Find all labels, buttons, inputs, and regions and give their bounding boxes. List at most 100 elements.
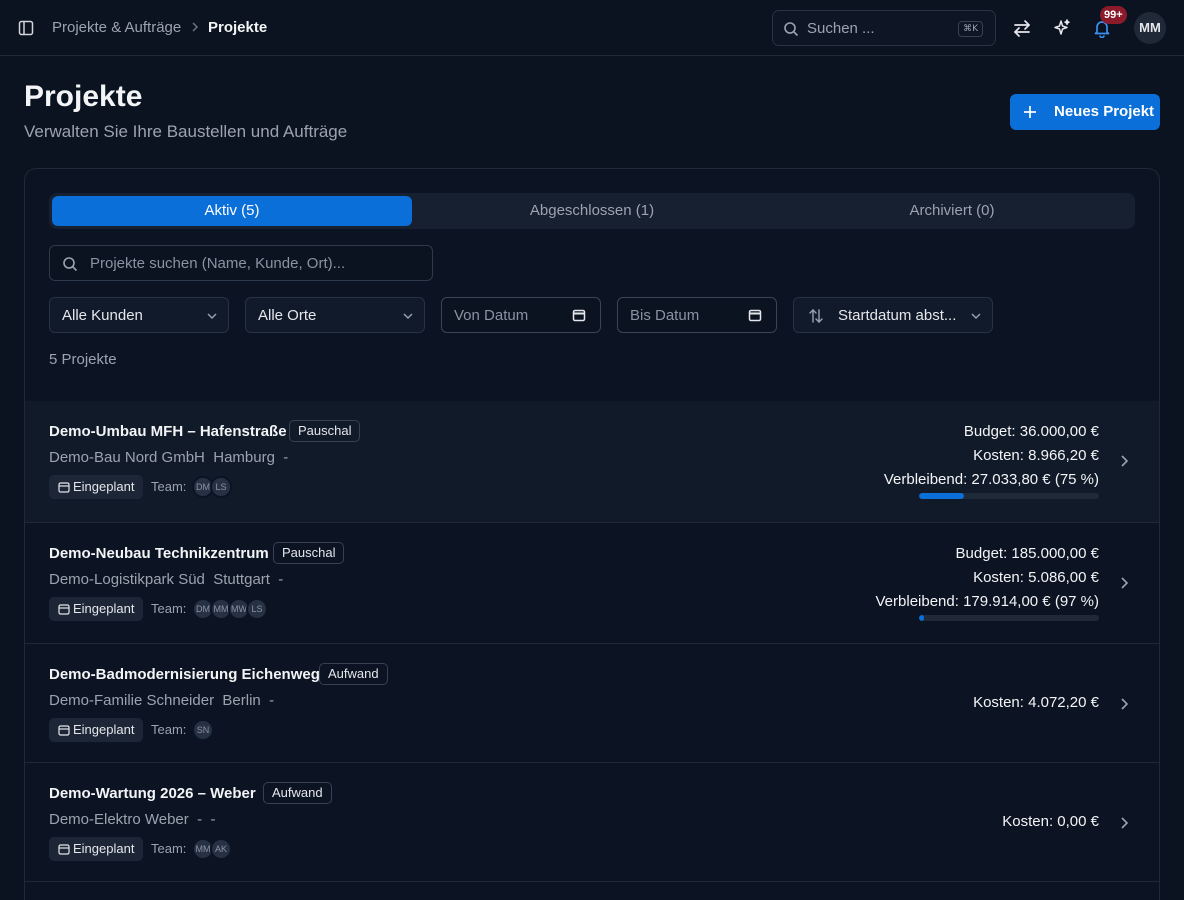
status-label: Eingeplant	[73, 479, 135, 494]
calendar-icon	[58, 844, 70, 855]
user-avatar[interactable]: MM	[1134, 12, 1166, 44]
status-badge: Eingeplant	[49, 718, 144, 742]
customer-filter-select[interactable]: Alle Kunden	[49, 297, 229, 333]
to-date-input[interactable]: Bis Datum	[617, 297, 777, 333]
project-location: Demo-Bau Nord GmbH Hamburg -	[49, 449, 288, 466]
page-title: Projekte	[24, 80, 143, 113]
global-search-input[interactable]: Suchen ... ⌘K	[772, 10, 996, 46]
from-date-placeholder: Von Datum	[454, 307, 529, 324]
chevron-right-icon	[1121, 577, 1129, 589]
customer-name: Demo-Logistikpark Süd	[49, 571, 205, 588]
city: Hamburg	[213, 449, 275, 466]
sort-select[interactable]: Startdatum abst...	[793, 297, 993, 333]
plus-icon	[1024, 106, 1036, 118]
project-row[interactable]	[25, 881, 1159, 900]
search-icon	[63, 257, 78, 272]
project-search-input[interactable]: Projekte suchen (Name, Kunde, Ort)...	[49, 245, 433, 281]
project-row[interactable]: Demo-Wartung 2026 – Weber Aufwand Demo-E…	[25, 762, 1159, 881]
location-filter-value: Alle Orte	[258, 307, 317, 324]
status-badge: Eingeplant	[49, 597, 144, 621]
top-bar: Projekte & Aufträge Projekte Suchen ... …	[0, 0, 1184, 56]
search-placeholder: Suchen ...	[807, 20, 875, 37]
remaining-value: Verbleibend: 27.033,80 € (75 %)	[883, 471, 1099, 488]
calendar-icon	[58, 604, 70, 615]
project-location: Demo-Familie Schneider Berlin -	[49, 692, 274, 709]
customer-filter-value: Alle Kunden	[62, 307, 143, 324]
projects-panel: Aktiv (5) Abgeschlossen (1) Archiviert (…	[24, 168, 1160, 900]
notification-badge: 99+	[1100, 6, 1127, 24]
sort-value: Startdatum abst...	[838, 307, 957, 324]
team-label: Team:	[151, 601, 187, 616]
location-filter-select[interactable]: Alle Orte	[245, 297, 425, 333]
status-label: Eingeplant	[73, 722, 135, 737]
project-name: Demo-Umbau MFH – Hafenstraße	[49, 423, 287, 440]
to-date-placeholder: Bis Datum	[630, 307, 700, 324]
calendar-icon	[748, 309, 762, 322]
project-search-placeholder: Projekte suchen (Name, Kunde, Ort)...	[90, 255, 346, 272]
customer-name: Demo-Familie Schneider	[49, 692, 215, 709]
chevron-right-icon	[1121, 698, 1129, 710]
budget-progress-fill	[919, 493, 964, 499]
status-badge: Eingeplant	[49, 475, 144, 499]
from-date-input[interactable]: Von Datum	[441, 297, 601, 333]
budget-value: Budget: 185.000,00 €	[955, 545, 1099, 562]
budget-progress-bar	[919, 493, 1099, 499]
calendar-icon	[58, 482, 70, 493]
costs-value: Kosten: 0,00 €	[1002, 813, 1099, 830]
sparkles-icon[interactable]	[1052, 18, 1072, 38]
breadcrumb-current: Projekte	[208, 19, 268, 36]
budget-value: Budget: 36.000,00 €	[963, 423, 1099, 440]
tab-active[interactable]: Aktiv (5)	[52, 196, 412, 226]
project-location: Demo-Elektro Weber - -	[49, 811, 215, 828]
status-tabs: Aktiv (5) Abgeschlossen (1) Archiviert (…	[49, 193, 1135, 229]
project-count: 5 Projekte	[49, 351, 117, 368]
team-avatar: LS	[246, 598, 268, 620]
customer-name: Demo-Elektro Weber	[49, 811, 189, 828]
breadcrumb-parent[interactable]: Projekte & Aufträge	[52, 19, 181, 36]
search-shortcut: ⌘K	[958, 21, 983, 37]
project-name: Demo-Badmodernisierung Eichenweg	[49, 666, 320, 683]
team-avatar: LS	[210, 476, 232, 498]
team-label: Team:	[151, 722, 187, 737]
city: -	[197, 811, 203, 828]
project-row[interactable]: Demo-Neubau Technikzentrum Pauschal Demo…	[25, 522, 1159, 643]
city: Stuttgart	[213, 571, 270, 588]
billing-type-badge: Aufwand	[319, 663, 388, 685]
costs-value: Kosten: 4.072,20 €	[973, 694, 1099, 711]
project-row[interactable]: Demo-Umbau MFH – Hafenstraße Pauschal De…	[25, 401, 1159, 522]
tab-completed[interactable]: Abgeschlossen (1)	[412, 196, 772, 226]
chevron-right-icon	[1121, 817, 1129, 829]
sidebar-toggle-icon[interactable]	[16, 18, 36, 38]
chevron-down-icon	[403, 313, 413, 319]
city: Berlin	[222, 692, 261, 709]
project-location: Demo-Logistikpark Süd Stuttgart -	[49, 571, 283, 588]
new-project-button[interactable]: Neues Projekt	[1010, 94, 1160, 130]
customer-name: Demo-Bau Nord GmbH	[49, 449, 205, 466]
new-project-label: Neues Projekt	[1054, 103, 1155, 120]
team-avatar: SN	[192, 719, 214, 741]
chevron-down-icon	[207, 313, 217, 319]
team-label: Team:	[151, 841, 187, 856]
chevron-right-icon	[1121, 455, 1129, 467]
costs-value: Kosten: 5.086,00 €	[973, 569, 1099, 586]
calendar-icon	[572, 309, 586, 322]
budget-progress-bar	[919, 615, 1099, 621]
status-label: Eingeplant	[73, 601, 135, 616]
extra-info: -	[210, 811, 216, 828]
switch-arrows-icon[interactable]	[1012, 18, 1032, 38]
billing-type-badge: Pauschal	[273, 542, 345, 564]
team-label: Team:	[151, 479, 187, 494]
extra-info: -	[283, 449, 289, 466]
sort-arrows-icon	[809, 309, 823, 323]
calendar-icon	[58, 725, 70, 736]
tab-archived[interactable]: Archiviert (0)	[772, 196, 1132, 226]
extra-info: -	[269, 692, 275, 709]
status-badge: Eingeplant	[49, 837, 144, 861]
project-row[interactable]: Demo-Badmodernisierung Eichenweg Aufwand…	[25, 643, 1159, 762]
project-name: Demo-Neubau Technikzentrum	[49, 545, 269, 562]
remaining-value: Verbleibend: 179.914,00 € (97 %)	[875, 593, 1100, 610]
chevron-right-icon	[192, 22, 199, 32]
page-subtitle: Verwalten Sie Ihre Baustellen und Aufträ…	[24, 122, 348, 141]
extra-info: -	[278, 571, 284, 588]
costs-value: Kosten: 8.966,20 €	[973, 447, 1099, 464]
